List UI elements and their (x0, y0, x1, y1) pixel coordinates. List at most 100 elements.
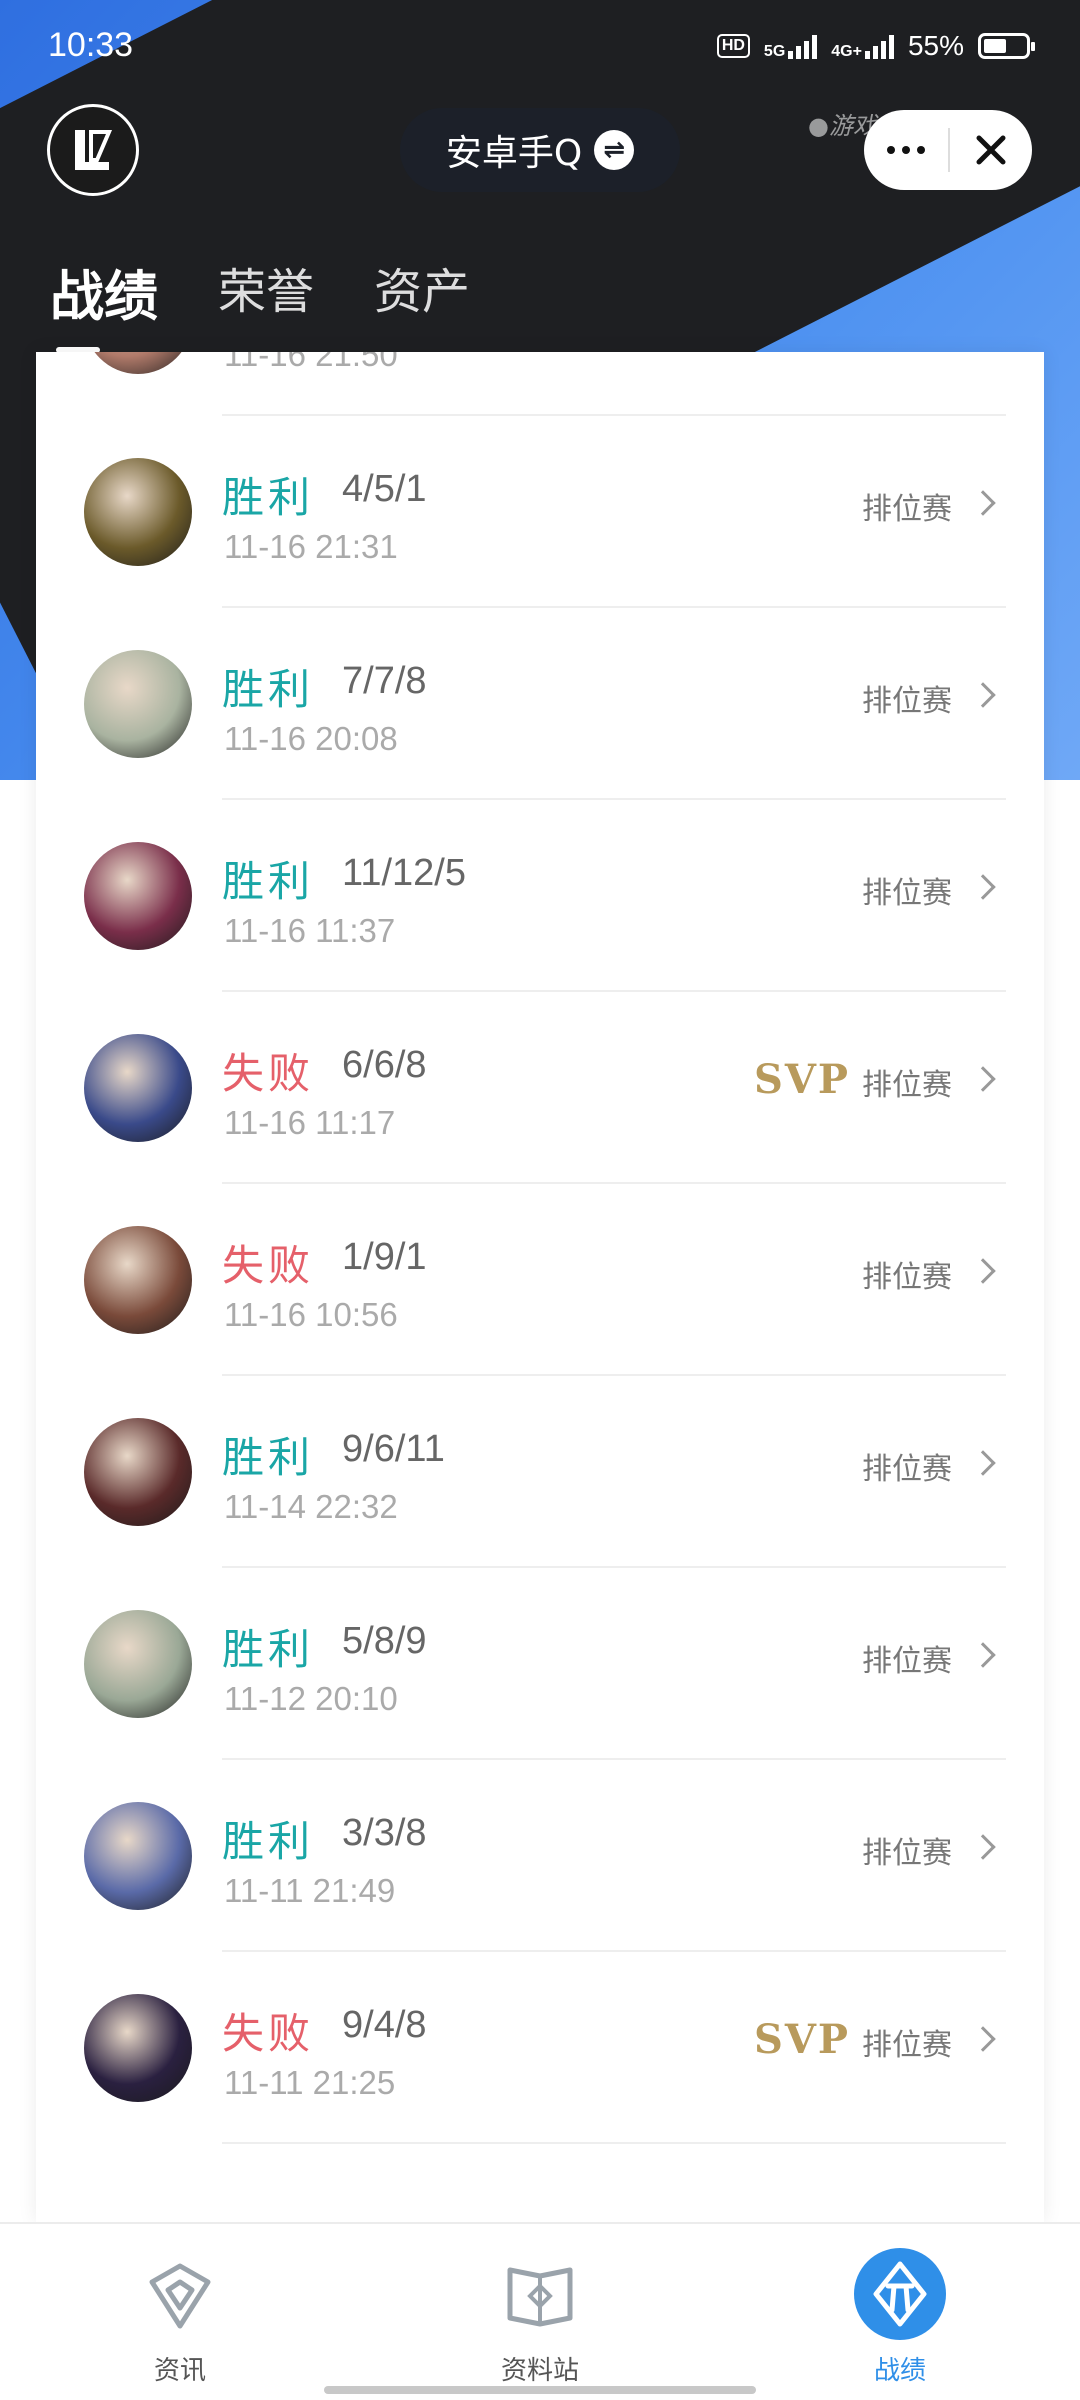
hd-icon: HD (716, 34, 750, 58)
match-kda: 6/6/8 (342, 1044, 427, 1086)
hero-avatar (84, 1034, 192, 1142)
match-time: 11-11 21:25 (224, 2064, 396, 2101)
home-indicator[interactable] (324, 2386, 756, 2394)
close-icon (976, 135, 1006, 165)
match-kda: 9/6/11 (342, 1428, 445, 1470)
match-time: 11-11 21:49 (224, 1872, 396, 1909)
match-mode: 排位赛 (862, 2028, 952, 2063)
match-result: 胜利 (222, 665, 315, 714)
match-time: 11-16 21:50 (224, 352, 398, 373)
close-button[interactable] (950, 132, 1032, 168)
hero-avatar (84, 1226, 192, 1334)
account-name: 安卓手Q (445, 133, 583, 174)
tab-record[interactable]: 战绩 (50, 252, 158, 353)
account-switcher[interactable]: 安卓手Q ⇌ (400, 108, 680, 192)
more-button[interactable] (864, 146, 948, 154)
match-row[interactable]: 胜利 7/7/8 11-16 20:08 排位赛 (36, 608, 1044, 800)
match-row[interactable]: 胜利 9/6/11 11-14 22:32 排位赛 (36, 1376, 1044, 1568)
chevron-right-icon (970, 874, 996, 900)
news-icon (149, 2263, 211, 2329)
chevron-right-icon (970, 490, 996, 516)
chevron-right-icon (970, 2026, 996, 2052)
database-icon (507, 2267, 573, 2327)
chevron-right-icon (970, 1258, 996, 1284)
tab-assets[interactable]: 资产 (374, 252, 470, 331)
chevron-right-icon (970, 1642, 996, 1668)
signal-icon (788, 33, 818, 59)
hero-avatar (84, 842, 192, 950)
nav-item-record[interactable]: 战绩 (800, 2224, 1000, 2400)
match-result: 胜利 (222, 1433, 315, 1482)
match-list: 11-16 21:50SVP排位赛胜利4/5/111-16 21:31排位赛胜利… (36, 352, 1044, 2144)
match-kda: 3/3/8 (342, 1812, 427, 1854)
swap-icon: ⇌ (594, 130, 635, 170)
hero-avatar (84, 1610, 192, 1718)
match-row[interactable]: 胜利 11/12/5 11-16 11:37 排位赛 (36, 800, 1044, 992)
tab-bar: 战绩 荣誉 资产 (50, 252, 470, 353)
hero-avatar (84, 458, 192, 566)
battery-percent: 55% (907, 30, 964, 61)
signal-4g: 4G+ (831, 33, 894, 60)
miniapp-capsule (864, 110, 1032, 190)
match-result: 胜利 (222, 473, 315, 522)
nav-label: 战绩 (873, 2356, 926, 2386)
match-time: 11-14 22:32 (224, 1488, 398, 1525)
hero-avatar (84, 650, 192, 758)
nav-item-news[interactable]: 资讯 (80, 2224, 280, 2400)
hero-avatar (84, 1802, 192, 1910)
dot (917, 146, 925, 154)
match-mode: 排位赛 (862, 1260, 952, 1295)
match-row[interactable]: 胜利 5/8/9 11-12 20:10 排位赛 (36, 1568, 1044, 1760)
match-time: 11-16 11:17 (224, 1104, 396, 1141)
chevron-right-icon (970, 1834, 996, 1860)
match-mode: 排位赛 (862, 684, 952, 719)
match-result: 失败 (222, 1049, 315, 1098)
hero-avatar (84, 352, 192, 374)
match-result: 胜利 (222, 857, 315, 906)
match-kda: 7/7/8 (342, 660, 427, 702)
chevron-right-icon (970, 1066, 996, 1092)
dot (887, 146, 895, 154)
match-row[interactable]: 失败 9/4/8 11-11 21:25 SVP 排位赛 (36, 1952, 1044, 2144)
svp-badge: SVP (754, 1056, 850, 1103)
row-divider (222, 2142, 1006, 2144)
match-time: 11-12 20:10 (224, 1680, 398, 1717)
match-row[interactable]: 11-16 21:50SVP排位赛 (36, 352, 1044, 416)
match-row[interactable]: 胜利 4/5/1 11-16 21:31 排位赛 (36, 416, 1044, 608)
match-mode: 排位赛 (862, 1452, 952, 1487)
signal-icon (864, 33, 894, 59)
match-kda: 4/5/1 (342, 468, 427, 510)
match-time: 11-16 20:08 (224, 720, 398, 757)
svp-badge: SVP (754, 2016, 850, 2063)
app-logo[interactable] (47, 104, 139, 196)
match-kda: 5/8/9 (342, 1620, 427, 1662)
nav-label: 资料站 (500, 2356, 579, 2386)
net-label: 5G (763, 43, 786, 60)
signal-5g: 5G (763, 33, 818, 60)
tab-honor[interactable]: 荣誉 (218, 252, 314, 331)
hero-avatar (84, 1418, 192, 1526)
match-time: 11-16 21:31 (224, 528, 398, 565)
match-result: 胜利 (222, 1817, 315, 1866)
match-time: 11-16 10:56 (224, 1296, 398, 1333)
dot (902, 146, 910, 154)
hero-avatar (84, 1994, 192, 2102)
match-row[interactable]: 失败 6/6/8 11-16 11:17 SVP 排位赛 (36, 992, 1044, 1184)
battery-icon (978, 33, 1035, 59)
match-kda: 11/12/5 (342, 852, 466, 894)
match-mode: 排位赛 (862, 1836, 952, 1871)
match-kda: 1/9/1 (342, 1236, 427, 1278)
match-result: 失败 (222, 1241, 315, 1290)
chevron-right-icon (970, 682, 996, 708)
status-time: 10:33 (48, 26, 134, 64)
match-list-card: 11-16 21:50SVP排位赛胜利4/5/111-16 21:31排位赛胜利… (36, 352, 1044, 2222)
nav-item-database[interactable]: 资料站 (440, 2224, 640, 2400)
match-mode: 排位赛 (862, 1644, 952, 1679)
logo-icon (75, 130, 113, 170)
match-result: 胜利 (222, 1625, 315, 1674)
match-time: 11-16 11:37 (224, 912, 396, 949)
match-row[interactable]: 失败 1/9/1 11-16 10:56 排位赛 (36, 1184, 1044, 1376)
match-row[interactable]: 胜利 3/3/8 11-11 21:49 排位赛 (36, 1760, 1044, 1952)
match-result: 失败 (222, 2009, 315, 2058)
chevron-right-icon (970, 1450, 996, 1476)
